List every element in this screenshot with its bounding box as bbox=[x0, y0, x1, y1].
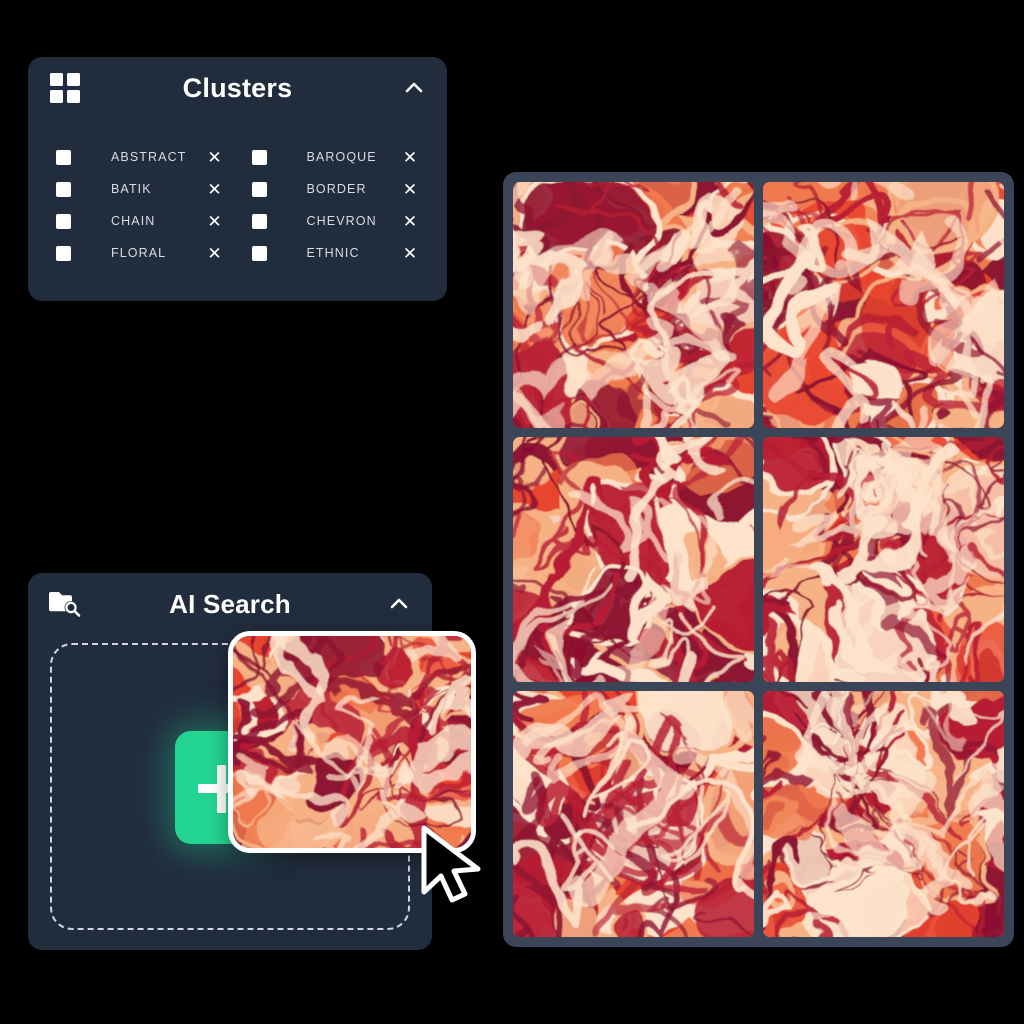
cluster-row: BATIK ✕ bbox=[42, 173, 238, 205]
image-tile[interactable] bbox=[763, 691, 1004, 937]
cluster-checkbox[interactable] bbox=[56, 149, 71, 165]
image-tile[interactable] bbox=[763, 436, 1004, 683]
chevron-up-icon[interactable] bbox=[386, 591, 412, 617]
clusters-panel: Clusters ABSTRACT ✕ BAROQUE ✕ BATIK ✕ BORDER ✕ C… bbox=[28, 57, 447, 301]
image-tile[interactable] bbox=[513, 691, 754, 937]
remove-cluster-button[interactable]: ✕ bbox=[206, 213, 224, 230]
cluster-checkbox[interactable] bbox=[56, 245, 71, 261]
cluster-label: ETHNIC bbox=[306, 246, 360, 260]
remove-cluster-button[interactable]: ✕ bbox=[401, 245, 419, 262]
clusters-panel-header: Clusters bbox=[28, 57, 447, 119]
image-tile[interactable] bbox=[763, 182, 1004, 428]
remove-cluster-button[interactable]: ✕ bbox=[401, 181, 419, 198]
app-root: Clusters ABSTRACT ✕ BAROQUE ✕ BATIK ✕ BORDER ✕ C… bbox=[0, 0, 1024, 1024]
cluster-checkbox[interactable] bbox=[251, 149, 267, 165]
cluster-row: BAROQUE ✕ bbox=[238, 141, 434, 173]
cluster-checkbox[interactable] bbox=[56, 213, 71, 229]
cluster-row: CHAIN ✕ bbox=[42, 205, 238, 237]
remove-cluster-button[interactable]: ✕ bbox=[206, 245, 224, 262]
chevron-up-icon[interactable] bbox=[401, 75, 427, 101]
dragged-image-thumbnail[interactable] bbox=[228, 631, 476, 853]
remove-cluster-button[interactable]: ✕ bbox=[206, 181, 224, 198]
image-results-grid bbox=[503, 172, 1014, 947]
grid-2x2-icon bbox=[46, 69, 84, 107]
cluster-row: CHEVRON ✕ bbox=[238, 205, 434, 237]
cluster-row: ABSTRACT ✕ bbox=[42, 141, 238, 173]
plus-icon bbox=[217, 765, 226, 813]
folder-search-icon bbox=[46, 585, 84, 623]
cluster-row: FLORAL ✕ bbox=[42, 237, 238, 269]
cluster-row: ETHNIC ✕ bbox=[238, 237, 434, 269]
cluster-label: CHEVRON bbox=[306, 214, 377, 228]
cluster-checkbox[interactable] bbox=[251, 213, 267, 229]
image-tile[interactable] bbox=[513, 182, 754, 428]
cluster-checkbox[interactable] bbox=[56, 181, 71, 197]
cluster-label: BORDER bbox=[306, 182, 367, 196]
remove-cluster-button[interactable]: ✕ bbox=[401, 149, 419, 166]
remove-cluster-button[interactable]: ✕ bbox=[206, 149, 224, 166]
cluster-label: ABSTRACT bbox=[111, 150, 187, 164]
cluster-label: FLORAL bbox=[111, 246, 167, 260]
ai-search-title: AI Search bbox=[169, 588, 291, 619]
cluster-checkbox[interactable] bbox=[251, 181, 267, 197]
cluster-label: BATIK bbox=[111, 182, 152, 196]
page-title: Clusters bbox=[182, 72, 293, 103]
remove-cluster-button[interactable]: ✕ bbox=[401, 213, 419, 230]
cluster-list: ABSTRACT ✕ BAROQUE ✕ BATIK ✕ BORDER ✕ CHAIN ✕ CHEV… bbox=[28, 119, 447, 283]
cluster-label: BAROQUE bbox=[306, 150, 377, 164]
image-tile[interactable] bbox=[513, 436, 754, 683]
arrow-cursor-icon bbox=[418, 824, 492, 913]
ai-search-panel-header: AI Search bbox=[28, 573, 432, 635]
cluster-label: CHAIN bbox=[111, 214, 156, 228]
cluster-row: BORDER ✕ bbox=[238, 173, 434, 205]
cluster-checkbox[interactable] bbox=[251, 245, 267, 261]
